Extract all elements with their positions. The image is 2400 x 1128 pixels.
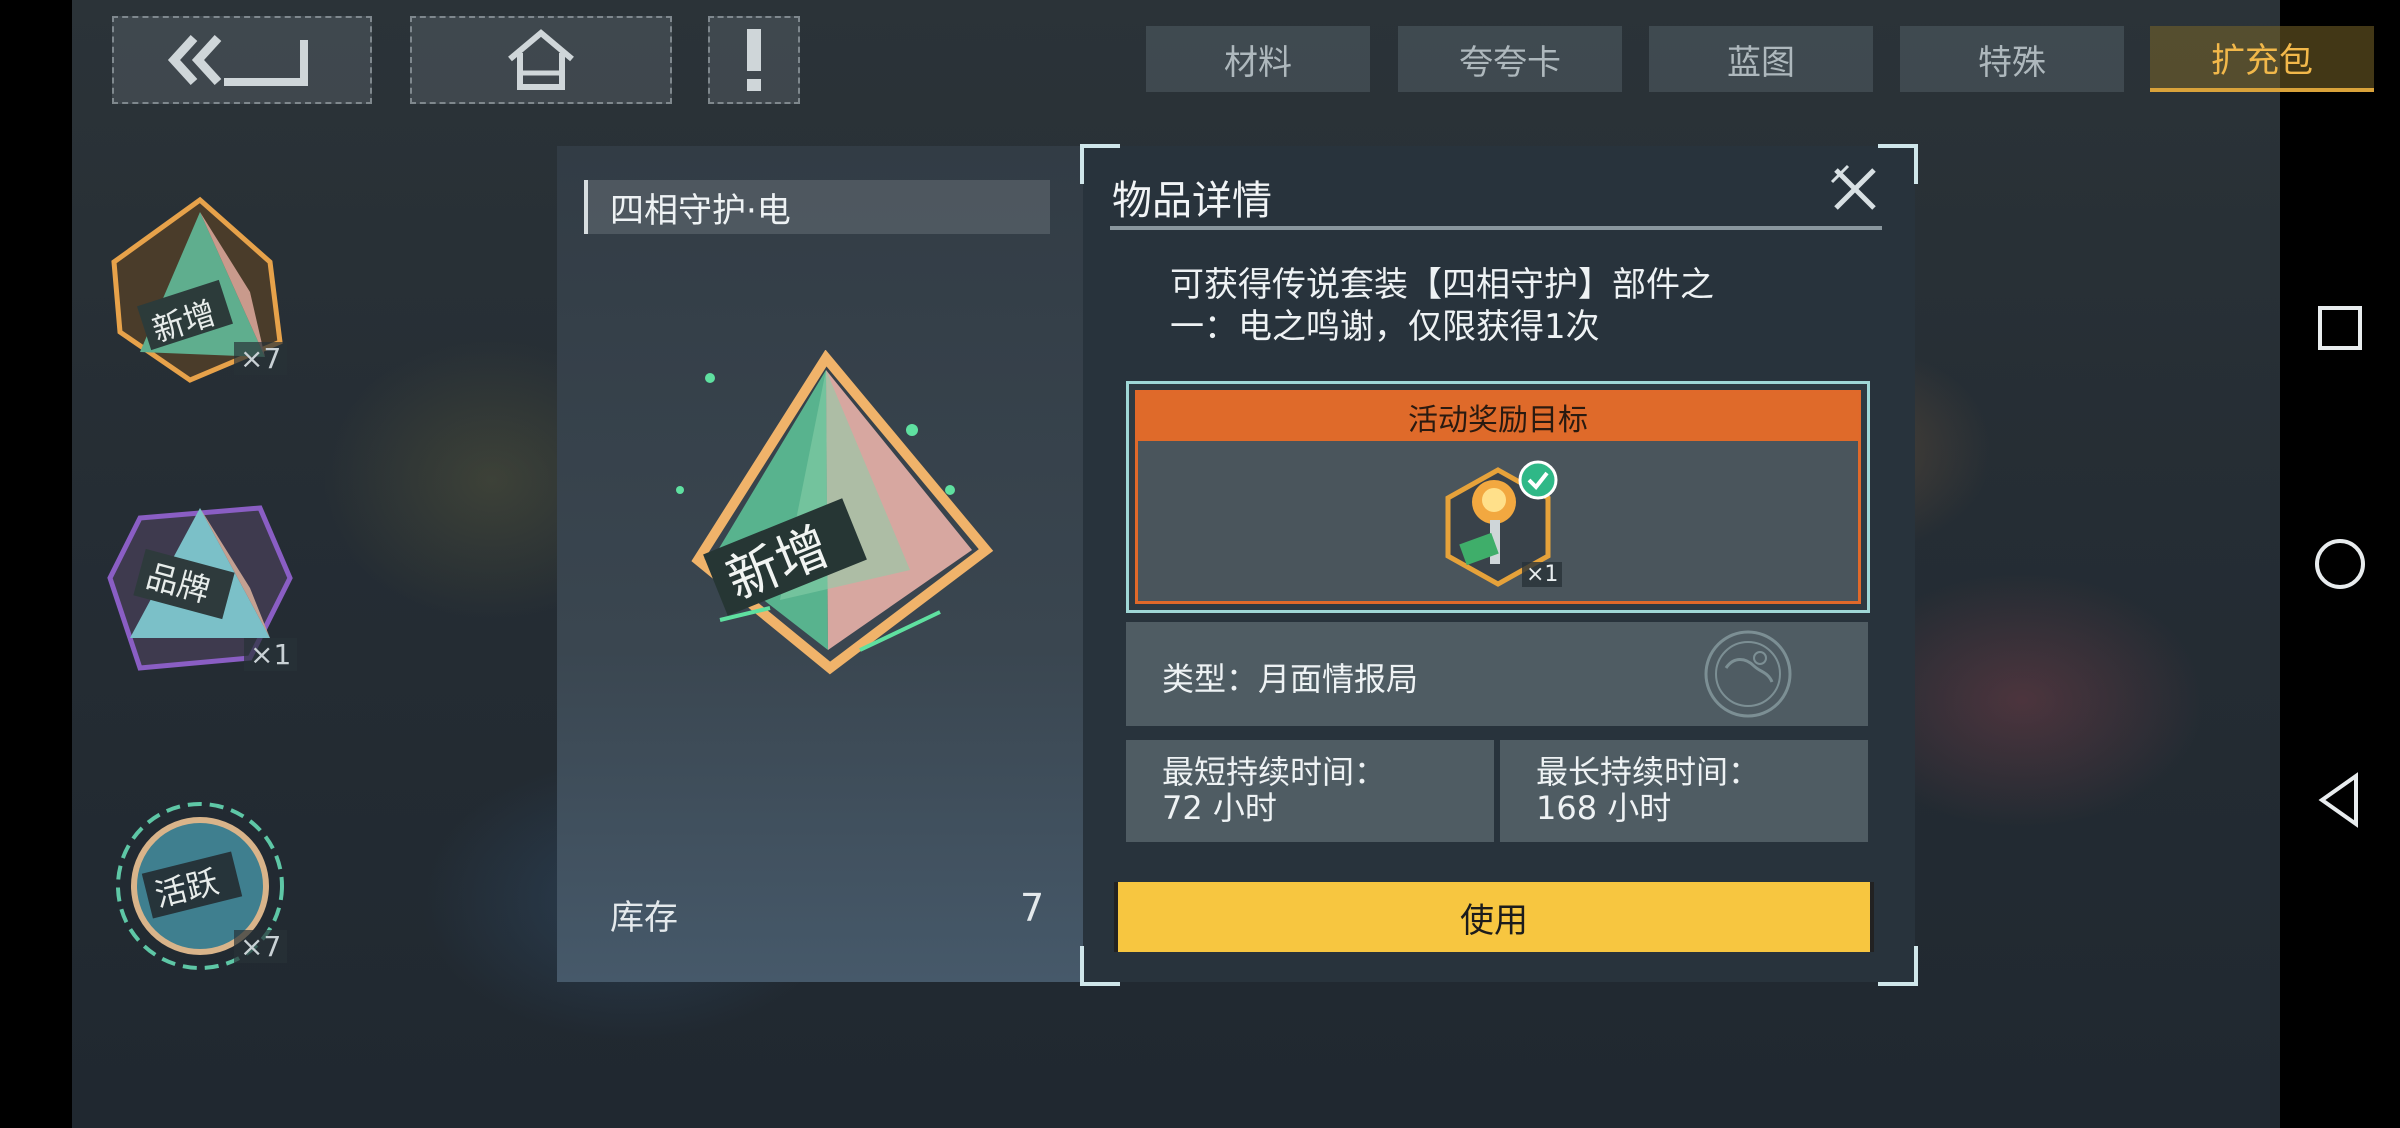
frame-corner [1080,946,1120,986]
tab-blueprints[interactable]: 蓝图 [1649,26,1873,92]
category-count: ×1 [244,638,298,671]
max-duration-label: 最长持续时间： [1536,753,1761,791]
home-circle-icon [2315,539,2365,589]
left-black-bar [0,0,72,1128]
globe-icon [1704,630,1792,718]
reward-header: 活动奖励目标 [1138,393,1858,441]
system-home-button[interactable] [2306,530,2374,598]
check-icon [1518,460,1558,500]
max-duration: 最长持续时间： 168 小时 [1500,740,1868,842]
close-button[interactable] [1830,164,1880,214]
home-button[interactable] [410,16,672,104]
description-line: 可获得传说套装【四相守护】部件之 [1170,265,1714,305]
item-description: 可获得传说套装【四相守护】部件之 一：电之鸣谢，仅限获得1次 [1170,264,1850,348]
min-duration-value: 72 小时 [1162,789,1277,827]
max-duration-value: 168 小时 [1536,789,1672,827]
detail-title: 物品详情 [1112,178,1272,224]
title-divider [1110,226,1882,230]
tab-materials[interactable]: 材料 [1146,26,1370,92]
type-text: 类型：月面情报局 [1162,660,1419,698]
description-line: 一：电之鸣谢，仅限获得1次 [1170,307,1600,347]
tab-special[interactable]: 特殊 [1900,26,2124,92]
stock-label: 库存 [610,898,678,938]
alert-icon [747,29,761,91]
frame-corner [1878,144,1918,184]
category-count: ×7 [234,930,288,963]
use-button[interactable]: 使用 [1114,882,1874,952]
tab-expansion-pack[interactable]: 扩充包 [2150,26,2374,92]
min-duration-label: 最短持续时间： [1162,753,1387,791]
item-name: 四相守护·电 [584,180,1050,234]
pyramid-item-icon: 新增 [676,349,994,675]
back-icon [167,34,308,86]
reward-count: ×1 [1522,562,1563,587]
back-triangle-icon [2318,772,2358,828]
stock-value: 7 [1020,886,1045,930]
type-row: 类型：月面情报局 [1126,622,1868,726]
back-button[interactable] [112,16,372,104]
home-icon [508,29,574,90]
recent-apps-icon [2318,306,2362,350]
alert-button[interactable] [708,16,800,104]
system-back-button[interactable] [2306,766,2374,834]
min-duration: 最短持续时间： 72 小时 [1126,740,1494,842]
tab-praise-cards[interactable]: 夸夸卡 [1398,26,1622,92]
frame-corner [1878,946,1918,986]
recent-apps-button[interactable] [2306,294,2374,362]
category-count: ×7 [234,342,288,375]
close-icon [1830,164,1876,210]
item-image: 新增 [650,349,1010,700]
